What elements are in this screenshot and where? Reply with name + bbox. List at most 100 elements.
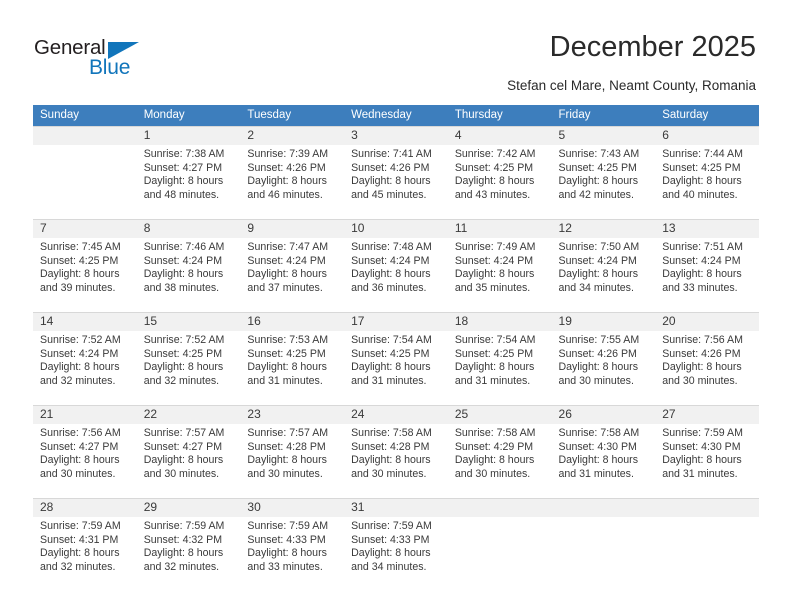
day-number[interactable]: 4 — [447, 126, 552, 145]
day-cell[interactable]: Sunrise: 7:49 AM Sunset: 4:24 PM Dayligh… — [447, 238, 552, 313]
daylight-text-line1: Daylight: 8 hours — [351, 454, 431, 467]
day-cell[interactable]: Sunrise: 7:56 AM Sunset: 4:27 PM Dayligh… — [33, 424, 137, 499]
day-cell[interactable]: Sunrise: 7:57 AM Sunset: 4:27 PM Dayligh… — [136, 424, 241, 499]
day-cell[interactable]: Sunrise: 7:48 AM Sunset: 4:24 PM Dayligh… — [344, 238, 448, 313]
day-cell[interactable]: Sunrise: 7:59 AM Sunset: 4:33 PM Dayligh… — [240, 517, 345, 591]
day-cell[interactable]: Sunrise: 7:59 AM Sunset: 4:33 PM Dayligh… — [344, 517, 448, 591]
daylight-text-line2: and 31 minutes. — [454, 374, 531, 387]
sunrise-text: Sunrise: 7:44 AM — [662, 148, 743, 160]
day-number[interactable]: 28 — [33, 498, 137, 517]
day-number[interactable]: 17 — [344, 312, 448, 331]
daylight-text-line1: Daylight: 8 hours — [558, 268, 639, 281]
day-cell[interactable]: Sunrise: 7:58 AM Sunset: 4:28 PM Dayligh… — [344, 424, 448, 499]
day-cell[interactable]: Sunrise: 7:52 AM Sunset: 4:25 PM Dayligh… — [136, 331, 241, 406]
daylight-text-line1: Daylight: 8 hours — [662, 361, 742, 374]
day-cell[interactable]: Sunrise: 7:50 AM Sunset: 4:24 PM Dayligh… — [551, 238, 656, 313]
day-number[interactable] — [655, 498, 759, 517]
day-cell[interactable] — [655, 517, 759, 591]
day-number[interactable]: 11 — [447, 219, 552, 238]
day-cell[interactable]: Sunrise: 7:57 AM Sunset: 4:28 PM Dayligh… — [240, 424, 345, 499]
daylight-text-line1: Daylight: 8 hours — [247, 268, 327, 281]
day-number[interactable]: 23 — [240, 405, 345, 424]
day-number[interactable]: 20 — [655, 312, 759, 331]
sunset-text: Sunset: 4:24 PM — [662, 254, 741, 267]
day-number[interactable]: 24 — [344, 405, 448, 424]
day-cell[interactable]: Sunrise: 7:47 AM Sunset: 4:24 PM Dayligh… — [240, 238, 345, 313]
day-cell[interactable]: Sunrise: 7:43 AM Sunset: 4:25 PM Dayligh… — [551, 145, 656, 220]
day-number[interactable]: 1 — [136, 126, 241, 145]
day-cell[interactable] — [33, 145, 137, 220]
day-cell[interactable]: Sunrise: 7:59 AM Sunset: 4:32 PM Dayligh… — [136, 517, 241, 591]
day-number[interactable] — [447, 498, 552, 517]
day-number[interactable]: 10 — [344, 219, 448, 238]
sunset-text: Sunset: 4:27 PM — [143, 161, 223, 174]
day-number[interactable]: 22 — [136, 405, 241, 424]
weekday-header-sunday: Sunday — [33, 105, 137, 127]
day-number[interactable]: 7 — [33, 219, 137, 238]
day-number[interactable]: 9 — [240, 219, 345, 238]
day-cell[interactable] — [447, 517, 552, 591]
day-number[interactable]: 26 — [551, 405, 656, 424]
day-cell[interactable]: Sunrise: 7:38 AM Sunset: 4:27 PM Dayligh… — [136, 145, 241, 220]
sunset-text: Sunset: 4:25 PM — [351, 347, 430, 360]
sunset-text: Sunset: 4:24 PM — [351, 254, 430, 267]
day-cell[interactable]: Sunrise: 7:41 AM Sunset: 4:26 PM Dayligh… — [344, 145, 448, 220]
sunrise-text: Sunrise: 7:49 AM — [454, 241, 536, 253]
day-number[interactable]: 14 — [33, 312, 137, 331]
day-number[interactable]: 19 — [551, 312, 656, 331]
day-number[interactable]: 29 — [136, 498, 241, 517]
day-number[interactable] — [33, 126, 137, 145]
daylight-text-line2: and 38 minutes. — [143, 281, 220, 294]
day-cell[interactable]: Sunrise: 7:45 AM Sunset: 4:25 PM Dayligh… — [33, 238, 137, 313]
day-cell[interactable]: Sunrise: 7:46 AM Sunset: 4:24 PM Dayligh… — [136, 238, 241, 313]
day-number[interactable]: 6 — [655, 126, 759, 145]
day-cell[interactable]: Sunrise: 7:58 AM Sunset: 4:30 PM Dayligh… — [551, 424, 656, 499]
day-cell[interactable]: Sunrise: 7:58 AM Sunset: 4:29 PM Dayligh… — [447, 424, 552, 499]
day-number[interactable]: 18 — [447, 312, 552, 331]
day-cell[interactable]: Sunrise: 7:54 AM Sunset: 4:25 PM Dayligh… — [447, 331, 552, 406]
sunset-text: Sunset: 4:26 PM — [662, 347, 741, 360]
day-cell[interactable]: Sunrise: 7:44 AM Sunset: 4:25 PM Dayligh… — [655, 145, 759, 220]
day-number[interactable]: 5 — [551, 126, 656, 145]
day-cell[interactable]: Sunrise: 7:59 AM Sunset: 4:31 PM Dayligh… — [33, 517, 137, 591]
day-number[interactable]: 8 — [136, 219, 241, 238]
day-number[interactable]: 15 — [136, 312, 241, 331]
daylight-text-line2: and 46 minutes. — [247, 188, 323, 201]
day-number[interactable]: 12 — [551, 219, 656, 238]
daylight-text-line2: and 43 minutes. — [454, 188, 531, 201]
sunset-text: Sunset: 4:28 PM — [351, 440, 430, 453]
day-number[interactable]: 30 — [240, 498, 345, 517]
day-number[interactable]: 3 — [344, 126, 448, 145]
day-number[interactable]: 25 — [447, 405, 552, 424]
weekday-header-thursday: Thursday — [447, 105, 552, 127]
sunset-text: Sunset: 4:30 PM — [558, 440, 637, 453]
day-number[interactable]: 16 — [240, 312, 345, 331]
day-cell[interactable]: Sunrise: 7:39 AM Sunset: 4:26 PM Dayligh… — [240, 145, 345, 220]
day-cell[interactable]: Sunrise: 7:56 AM Sunset: 4:26 PM Dayligh… — [655, 331, 759, 406]
day-number[interactable] — [551, 498, 656, 517]
day-cell[interactable]: Sunrise: 7:42 AM Sunset: 4:25 PM Dayligh… — [447, 145, 552, 220]
daylight-text-line1: Daylight: 8 hours — [143, 268, 224, 281]
day-cell[interactable]: Sunrise: 7:59 AM Sunset: 4:30 PM Dayligh… — [655, 424, 759, 499]
sunrise-text: Sunrise: 7:58 AM — [351, 427, 432, 439]
sunrise-text: Sunrise: 7:43 AM — [558, 148, 640, 160]
sunrise-text: Sunrise: 7:58 AM — [454, 427, 536, 439]
day-cell[interactable]: Sunrise: 7:51 AM Sunset: 4:24 PM Dayligh… — [655, 238, 759, 313]
day-cell[interactable] — [551, 517, 656, 591]
daylight-text-line2: and 30 minutes. — [143, 467, 220, 480]
day-cell[interactable]: Sunrise: 7:55 AM Sunset: 4:26 PM Dayligh… — [551, 331, 656, 406]
daylight-text-line1: Daylight: 8 hours — [558, 175, 639, 188]
day-cell[interactable]: Sunrise: 7:54 AM Sunset: 4:25 PM Dayligh… — [344, 331, 448, 406]
day-cell[interactable]: Sunrise: 7:53 AM Sunset: 4:25 PM Dayligh… — [240, 331, 345, 406]
day-number[interactable]: 27 — [655, 405, 759, 424]
day-number[interactable]: 13 — [655, 219, 759, 238]
daylight-text-line1: Daylight: 8 hours — [351, 361, 431, 374]
day-number[interactable]: 21 — [33, 405, 137, 424]
general-blue-logo[interactable]: General Blue — [34, 36, 154, 86]
sunset-text: Sunset: 4:28 PM — [247, 440, 326, 453]
daylight-text-line2: and 30 minutes. — [247, 467, 323, 480]
daylight-text-line2: and 37 minutes. — [247, 281, 323, 294]
day-number[interactable]: 31 — [344, 498, 448, 517]
day-number[interactable]: 2 — [240, 126, 345, 145]
day-cell[interactable]: Sunrise: 7:52 AM Sunset: 4:24 PM Dayligh… — [33, 331, 137, 406]
